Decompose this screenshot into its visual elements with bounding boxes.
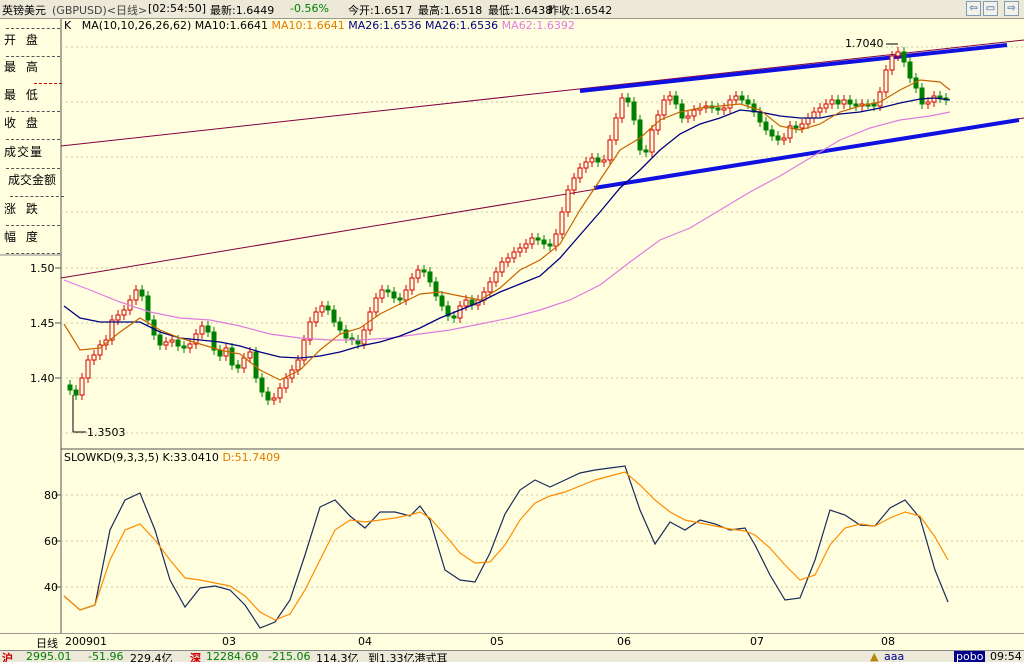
clock: 09:54 (990, 650, 1022, 662)
brand-logo: pobo (954, 650, 986, 662)
ma26a-value: MA26:1.6536 (348, 19, 422, 32)
price-tick-150: 1.50 (30, 262, 55, 275)
kd-d-value: D:51.7409 (222, 451, 281, 464)
ma62-value: MA62:1.6392 (501, 19, 575, 32)
sh-change: -51.96 (88, 650, 124, 662)
ma10a-value: MA10:1.6641 (194, 19, 269, 32)
low-annotation: 1.3503 (87, 426, 126, 439)
ma-header: K MA(10,10,26,26,62) MA10:1.6641 MA10:1.… (64, 19, 575, 32)
date-tick-200901: 200901 (65, 635, 107, 648)
high-price: 最高:1.6518 (418, 4, 483, 17)
kd-k-line (63, 465, 949, 629)
price-tick-140: 1.40 (30, 372, 55, 385)
sh-label: 沪 (2, 652, 13, 662)
kd-params: SLOWKD(9,3,3,5) (64, 451, 160, 464)
main-chart[interactable] (0, 19, 1024, 633)
date-tick-04: 04 (358, 635, 372, 648)
news-ticker[interactable]: 到1.33亿港式耳 (368, 651, 448, 662)
status-bar: 沪 2995.01 -51.96 229.4亿 深 12284.69 -215.… (0, 650, 1024, 662)
kd-k-value: K:33.0410 (162, 451, 219, 464)
ma-params: MA(10,10,26,26,62) (81, 19, 192, 32)
ma26b-value: MA26:1.6536 (424, 19, 499, 32)
date-tick-08: 08 (881, 635, 895, 648)
sz-amount: 114.3亿 (316, 652, 359, 662)
prev-close-price: 昨收:1.6542 (548, 4, 613, 17)
alert-icon[interactable]: ▲ (870, 651, 878, 662)
price-tick-145: 1.45 (30, 317, 55, 330)
back-arrow-icon[interactable]: ⇦ (966, 1, 981, 16)
kd-tick-80: 80 (44, 489, 58, 502)
candlesticks (67, 47, 949, 405)
chart-toggle-icon[interactable]: ▭ (983, 1, 998, 16)
tag-label: aaa (884, 650, 905, 662)
sz-label: 深 (190, 652, 201, 662)
date-axis: 日线 200901 03 04 05 06 07 08 (0, 633, 1024, 650)
sz-index: 12284.69 (206, 650, 259, 662)
high-annotation: 1.7040 (845, 37, 884, 50)
date-tick-05: 05 (490, 635, 504, 648)
latest-price: 最新:1.6449 (210, 4, 275, 17)
kd-tick-60: 60 (44, 535, 58, 548)
instrument-name: 英镑美元 (2, 4, 46, 17)
sz-change: -215.06 (268, 650, 311, 662)
kd-header: SLOWKD(9,3,3,5) K:33.0410 D:51.7409 (64, 451, 280, 464)
date-tick-03: 03 (222, 635, 236, 648)
date-tick-06: 06 (617, 635, 631, 648)
title-bar: 英镑美元 (GBPUSD)<日线> [02:54:50] 最新:1.6449 -… (0, 0, 1024, 19)
sh-amount: 229.4亿 (130, 652, 173, 662)
ma10b-value: MA10:1.6641 (271, 19, 345, 32)
change-percent: -0.56% (290, 2, 329, 15)
instrument-code: (GBPUSD)<日线> (52, 4, 148, 17)
forward-arrow-icon[interactable]: ⇨ (1004, 1, 1019, 16)
period-label: 日线 (36, 637, 58, 650)
quote-time: [02:54:50] (148, 2, 206, 15)
low-price: 最低:1.6438 (488, 4, 553, 17)
ma-k-label: K (64, 19, 72, 32)
kd-d-line (63, 471, 949, 621)
kd-tick-40: 40 (44, 581, 58, 594)
date-tick-07: 07 (750, 635, 764, 648)
ma62-line (63, 111, 951, 341)
open-price: 今开:1.6517 (348, 4, 413, 17)
sh-index: 2995.01 (26, 650, 72, 662)
